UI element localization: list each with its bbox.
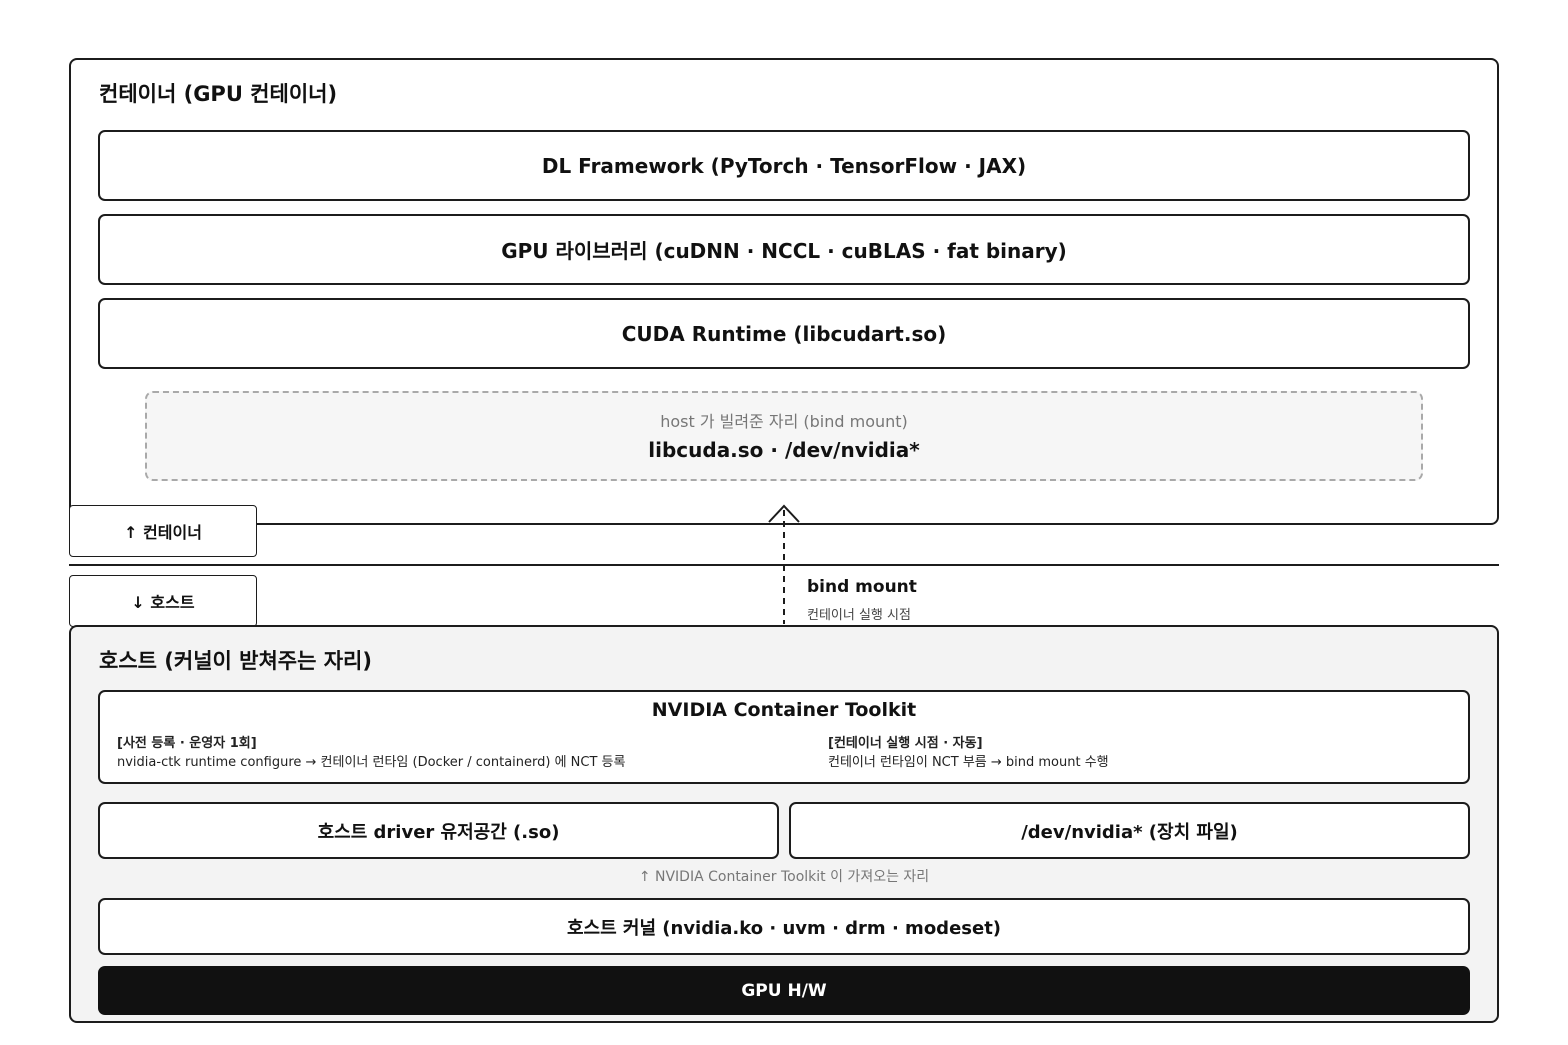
host-kernel-box: 호스트 커널 (nvidia.ko · uvm · drm · modeset) [98,898,1470,955]
bind-mount-slot: host 가 빌려준 자리 (bind mount) libcuda.so · … [145,391,1423,481]
device-files-box: /dev/nvidia* (장치 파일) [789,802,1470,859]
container-toolkit-box: NVIDIA Container Toolkit [사전 등록 · 운영자 1회… [98,690,1470,784]
container-side-tab: ↑ 컨테이너 [69,505,257,557]
gpu-libraries-layer: GPU 라이브러리 (cuDNN · NCCL · cuBLAS · fat b… [98,214,1470,285]
host-side-tab: ↓ 호스트 [69,575,257,627]
driver-userspace-label: 호스트 driver 유저공간 (.so) [317,821,560,843]
toolkit-note: ↑ NVIDIA Container Toolkit 이 가져오는 자리 [638,869,930,885]
toolkit-left-heading: [사전 등록 · 운영자 1회] [117,736,257,751]
gpu-libraries-label: GPU 라이브러리 (cuDNN · NCCL · cuBLAS · fat b… [501,239,1067,263]
device-files-label: /dev/nvidia* (장치 파일) [1021,821,1238,843]
toolkit-left-text: nvidia-ctk runtime configure → 컨테이너 런타임 … [117,755,626,770]
driver-userspace-box: 호스트 driver 유저공간 (.so) [98,802,779,859]
dl-framework-label: DL Framework (PyTorch · TensorFlow · JAX… [541,153,1027,178]
bind-mount-label: bind mount [807,577,917,597]
toolkit-right-heading: [컨테이너 실행 시점 · 자동] [828,736,983,751]
host-title: 호스트 (커널이 받쳐주는 자리) [99,649,372,673]
host-kernel-label: 호스트 커널 (nvidia.ko · uvm · drm · modeset) [566,917,1002,939]
container-title: 컨테이너 (GPU 컨테이너) [99,82,338,106]
toolkit-title: NVIDIA Container Toolkit [651,699,917,721]
bind-slot-caption: host 가 빌려준 자리 (bind mount) [660,412,908,431]
bind-mount-arrow [768,504,800,624]
bind-slot-content: libcuda.so · /dev/nvidia* [648,438,920,462]
toolkit-right-text: 컨테이너 런타임이 NCT 부름 → bind mount 수행 [828,755,1109,770]
host-side-tab-label: ↓ 호스트 [131,593,195,612]
gpu-hw-label: GPU H/W [741,980,827,1001]
gpu-hw-box: GPU H/W [98,966,1470,1015]
cuda-runtime-label: CUDA Runtime (libcudart.so) [621,321,947,346]
cuda-runtime-layer: CUDA Runtime (libcudart.so) [98,298,1470,369]
bind-mount-sublabel: 컨테이너 실행 시점 [807,608,911,623]
container-side-tab-label: ↑ 컨테이너 [124,523,202,542]
dl-framework-layer: DL Framework (PyTorch · TensorFlow · JAX… [98,130,1470,201]
